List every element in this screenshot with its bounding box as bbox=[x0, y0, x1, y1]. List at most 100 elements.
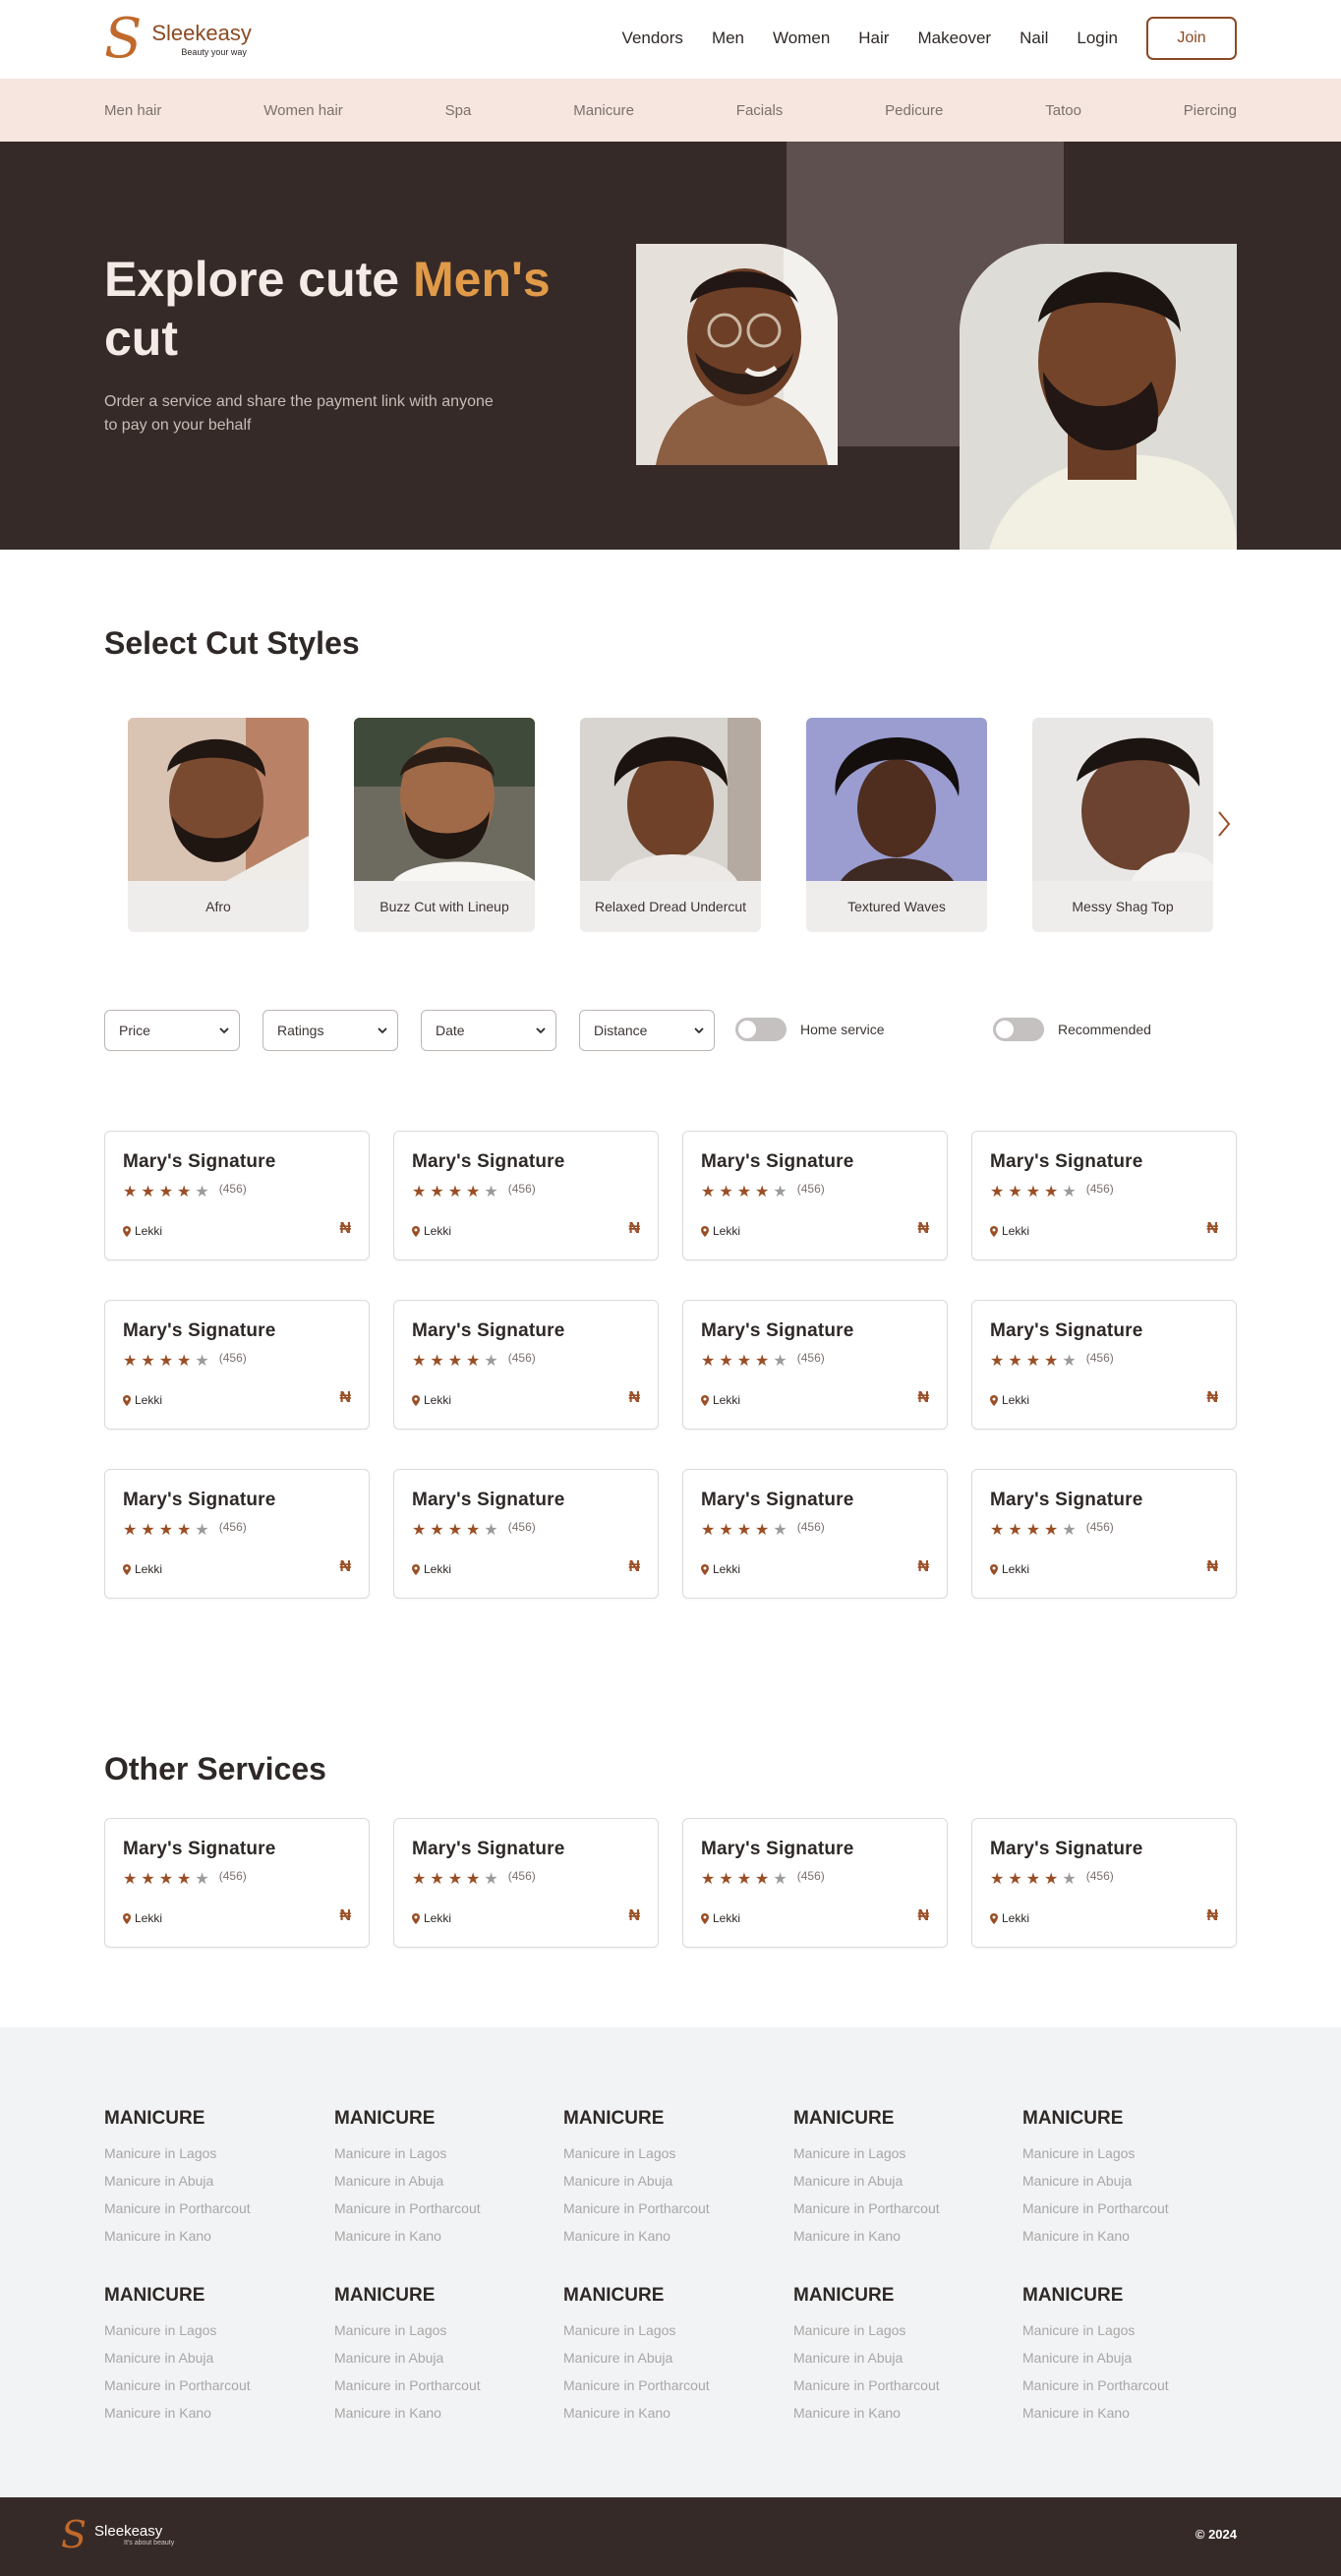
vendor-card[interactable]: Mary's Signature ★ ★ ★ ★ ★ (456) Lekki ₦ bbox=[682, 1469, 948, 1599]
footer-link[interactable]: Manicure in Portharcout bbox=[1022, 2371, 1239, 2399]
category-pedicure[interactable]: Pedicure bbox=[885, 102, 943, 119]
footer-link[interactable]: Manicure in Abuja bbox=[104, 2167, 321, 2195]
footer-link[interactable]: Manicure in Abuja bbox=[563, 2344, 780, 2371]
nav-nail[interactable]: Nail bbox=[1020, 16, 1048, 61]
vendor-card[interactable]: Mary's Signature ★ ★ ★ ★ ★ (456) Lekki ₦ bbox=[393, 1300, 659, 1430]
footer-link[interactable]: Manicure in Portharcout bbox=[104, 2195, 321, 2222]
price-filter[interactable]: Price bbox=[104, 1010, 240, 1051]
home-service-toggle[interactable] bbox=[735, 1018, 787, 1041]
carousel-next-icon[interactable] bbox=[1213, 806, 1235, 842]
footer-link[interactable]: Manicure in Lagos bbox=[1022, 2316, 1239, 2344]
footer-link[interactable]: Manicure in Kano bbox=[793, 2222, 1010, 2250]
footer-link[interactable]: Manicure in Portharcout bbox=[793, 2195, 1010, 2222]
footer-link[interactable]: Manicure in Abuja bbox=[104, 2344, 321, 2371]
style-card-textured-waves[interactable]: Textured Waves bbox=[806, 718, 987, 932]
category-manicure[interactable]: Manicure bbox=[573, 102, 634, 119]
footer-link[interactable]: Manicure in Lagos bbox=[334, 2316, 551, 2344]
review-count: (456) bbox=[218, 1869, 247, 1883]
star-icon: ★ bbox=[701, 1871, 716, 1888]
footer-link[interactable]: Manicure in Lagos bbox=[563, 2316, 780, 2344]
nav-hair[interactable]: Hair bbox=[858, 16, 889, 61]
star-icon: ★ bbox=[773, 1522, 787, 1539]
footer-link[interactable]: Manicure in Kano bbox=[1022, 2399, 1239, 2427]
style-card-afro[interactable]: Afro bbox=[128, 718, 309, 932]
footer-column-title: MANICURE bbox=[1022, 2108, 1124, 2129]
vendor-card[interactable]: Mary's Signature ★ ★ ★ ★ ★ (456) Lekki ₦ bbox=[393, 1469, 659, 1599]
footer-link[interactable]: Manicure in Lagos bbox=[563, 2139, 780, 2167]
nav-makeover[interactable]: Makeover bbox=[917, 16, 991, 61]
nav-men[interactable]: Men bbox=[712, 16, 744, 61]
nav-women[interactable]: Women bbox=[773, 16, 830, 61]
location-pin-icon bbox=[412, 1912, 420, 1924]
nav-login[interactable]: Login bbox=[1077, 16, 1118, 61]
vendor-card[interactable]: Mary's Signature ★ ★ ★ ★ ★ (456) Lekki ₦ bbox=[971, 1818, 1237, 1948]
footer-link[interactable]: Manicure in Abuja bbox=[1022, 2344, 1239, 2371]
footer-link[interactable]: Manicure in Kano bbox=[1022, 2222, 1239, 2250]
category-facials[interactable]: Facials bbox=[736, 102, 784, 119]
footer-link[interactable]: Manicure in Kano bbox=[104, 2222, 321, 2250]
location-pin-icon bbox=[701, 1912, 709, 1924]
vendor-card[interactable]: Mary's Signature ★ ★ ★ ★ ★ (456) Lekki ₦ bbox=[971, 1300, 1237, 1430]
category-men-hair[interactable]: Men hair bbox=[104, 102, 161, 119]
footer-link[interactable]: Manicure in Lagos bbox=[1022, 2139, 1239, 2167]
join-button[interactable]: Join bbox=[1146, 17, 1237, 60]
vendor-card[interactable]: Mary's Signature ★ ★ ★ ★ ★ (456) Lekki ₦ bbox=[971, 1469, 1237, 1599]
vendor-card[interactable]: Mary's Signature ★ ★ ★ ★ ★ (456) Lekki ₦ bbox=[682, 1131, 948, 1260]
footer-link[interactable]: Manicure in Abuja bbox=[793, 2167, 1010, 2195]
vendor-card[interactable]: Mary's Signature ★ ★ ★ ★ ★ (456) Lekki ₦ bbox=[104, 1469, 370, 1599]
footer-link[interactable]: Manicure in Kano bbox=[334, 2222, 551, 2250]
footer-column-title: MANICURE bbox=[334, 2108, 436, 2129]
footer-link[interactable]: Manicure in Portharcout bbox=[334, 2371, 551, 2399]
footer-link[interactable]: Manicure in Kano bbox=[563, 2399, 780, 2427]
footer-link[interactable]: Manicure in Kano bbox=[334, 2399, 551, 2427]
vendor-card[interactable]: Mary's Signature ★ ★ ★ ★ ★ (456) Lekki ₦ bbox=[104, 1818, 370, 1948]
vendor-card[interactable]: Mary's Signature ★ ★ ★ ★ ★ (456) Lekki ₦ bbox=[104, 1131, 370, 1260]
footer-link[interactable]: Manicure in Abuja bbox=[334, 2344, 551, 2371]
vendor-card[interactable]: Mary's Signature ★ ★ ★ ★ ★ (456) Lekki ₦ bbox=[393, 1131, 659, 1260]
vendor-card[interactable]: Mary's Signature ★ ★ ★ ★ ★ (456) Lekki ₦ bbox=[682, 1300, 948, 1430]
recommended-toggle[interactable] bbox=[993, 1018, 1044, 1041]
category-women-hair[interactable]: Women hair bbox=[263, 102, 343, 119]
footer-link[interactable]: Manicure in Portharcout bbox=[793, 2371, 1010, 2399]
footer-link[interactable]: Manicure in Abuja bbox=[793, 2344, 1010, 2371]
footer-link[interactable]: Manicure in Portharcout bbox=[104, 2371, 321, 2399]
footer-link[interactable]: Manicure in Lagos bbox=[793, 2316, 1010, 2344]
location-text: Lekki bbox=[713, 1562, 741, 1576]
footer-link[interactable]: Manicure in Lagos bbox=[793, 2139, 1010, 2167]
footer-link[interactable]: Manicure in Kano bbox=[793, 2399, 1010, 2427]
footer-logo[interactable]: S Sleekeasy It's about beauty bbox=[61, 2515, 174, 2554]
category-piercing[interactable]: Piercing bbox=[1184, 102, 1237, 119]
style-card-relaxed-dread[interactable]: Relaxed Dread Undercut bbox=[580, 718, 761, 932]
footer-link[interactable]: Manicure in Portharcout bbox=[563, 2195, 780, 2222]
home-service-label: Home service bbox=[800, 1022, 885, 1037]
distance-filter[interactable]: Distance bbox=[579, 1010, 715, 1051]
copyright: © 2024 bbox=[1195, 2527, 1237, 2542]
vendor-card[interactable]: Mary's Signature ★ ★ ★ ★ ★ (456) Lekki ₦ bbox=[971, 1131, 1237, 1260]
footer-link[interactable]: Manicure in Lagos bbox=[104, 2139, 321, 2167]
date-filter[interactable]: Date bbox=[421, 1010, 556, 1051]
footer-link[interactable]: Manicure in Portharcout bbox=[334, 2195, 551, 2222]
brand-logo[interactable]: S Sleekeasy Beauty your way bbox=[104, 12, 252, 67]
footer-link[interactable]: Manicure in Abuja bbox=[1022, 2167, 1239, 2195]
footer-link[interactable]: Manicure in Lagos bbox=[104, 2316, 321, 2344]
vendor-card[interactable]: Mary's Signature ★ ★ ★ ★ ★ (456) Lekki ₦ bbox=[104, 1300, 370, 1430]
star-icon: ★ bbox=[195, 1871, 209, 1888]
footer-link[interactable]: Manicure in Abuja bbox=[563, 2167, 780, 2195]
style-card-messy-shag[interactable]: Messy Shag Top bbox=[1032, 718, 1213, 932]
style-card-buzz-cut[interactable]: Buzz Cut with Lineup bbox=[354, 718, 535, 932]
footer-link[interactable]: Manicure in Kano bbox=[104, 2399, 321, 2427]
vendor-card[interactable]: Mary's Signature ★ ★ ★ ★ ★ (456) Lekki ₦ bbox=[393, 1818, 659, 1948]
vendor-card[interactable]: Mary's Signature ★ ★ ★ ★ ★ (456) Lekki ₦ bbox=[682, 1818, 948, 1948]
price-currency-icon: ₦ bbox=[339, 1907, 351, 1924]
footer-link[interactable]: Manicure in Portharcout bbox=[1022, 2195, 1239, 2222]
footer-link[interactable]: Manicure in Kano bbox=[563, 2222, 780, 2250]
category-spa[interactable]: Spa bbox=[445, 102, 472, 119]
nav-vendors[interactable]: Vendors bbox=[622, 16, 683, 61]
category-tatoo[interactable]: Tatoo bbox=[1045, 102, 1081, 119]
footer-link[interactable]: Manicure in Portharcout bbox=[563, 2371, 780, 2399]
star-icon: ★ bbox=[1062, 1522, 1077, 1539]
footer-link[interactable]: Manicure in Lagos bbox=[334, 2139, 551, 2167]
review-count: (456) bbox=[796, 1520, 825, 1534]
ratings-filter[interactable]: Ratings bbox=[262, 1010, 398, 1051]
footer-link[interactable]: Manicure in Abuja bbox=[334, 2167, 551, 2195]
